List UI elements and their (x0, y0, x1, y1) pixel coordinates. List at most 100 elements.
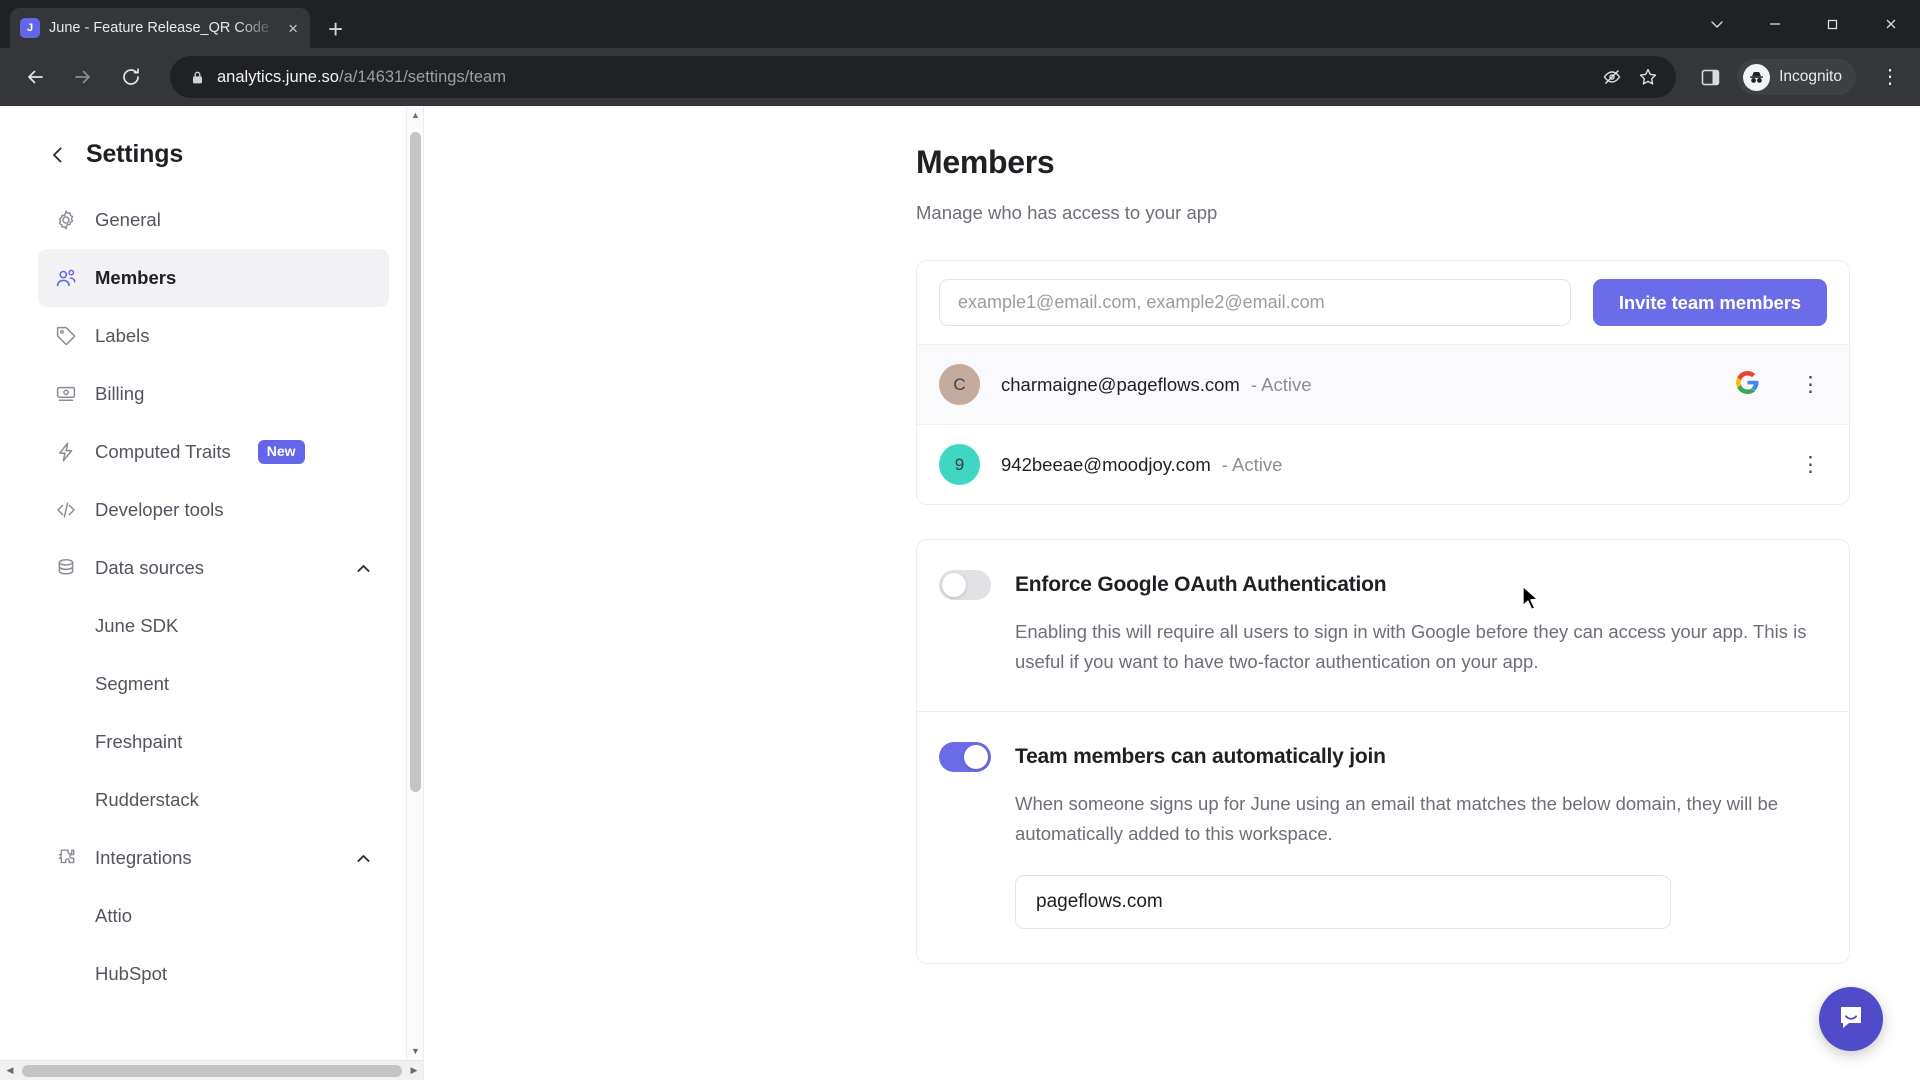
code-icon (54, 498, 78, 522)
invite-email-input[interactable] (939, 279, 1571, 326)
member-row-actions: ⋮ (1794, 454, 1827, 475)
address-bar[interactable]: analytics.june.so/a/14631/settings/team (170, 56, 1677, 98)
sidebar-item-developer-tools[interactable]: Developer tools (38, 481, 389, 539)
sidebar-subitem-freshpaint[interactable]: Freshpaint (38, 713, 389, 771)
sidebar-subitem-label: Freshpaint (95, 731, 183, 752)
new-badge: New (257, 440, 305, 464)
chevron-up-icon[interactable] (354, 559, 373, 578)
back-button-icon[interactable] (14, 56, 56, 98)
setting-header: Enforce Google OAuth Authentication (939, 570, 1827, 600)
scroll-left-arrow-icon[interactable]: ◀ (0, 1065, 20, 1076)
sidebar-item-members[interactable]: Members (38, 249, 389, 307)
sidebar-subitem-segment[interactable]: Segment (38, 655, 389, 713)
sidebar-item-billing[interactable]: Billing (38, 365, 389, 423)
sidebar-nav: General Members Labels Billing Computed … (0, 191, 423, 1003)
enforce-google-oauth-toggle[interactable] (939, 570, 991, 600)
url-text: analytics.june.so/a/14631/settings/team (217, 68, 506, 87)
member-email: 942beeae@moodjoy.com (1001, 453, 1211, 475)
maximize-icon[interactable] (1804, 0, 1862, 48)
scroll-up-arrow-icon[interactable]: ▲ (407, 106, 423, 124)
url-path: /a/14631/settings/team (339, 67, 506, 86)
users-icon (54, 266, 78, 290)
sidebar-title: Settings (86, 140, 184, 168)
browser-toolbar: analytics.june.so/a/14631/settings/team … (0, 48, 1920, 106)
setting-auto-join: Team members can automatically join When… (916, 711, 1850, 964)
side-panel-icon[interactable] (1700, 67, 1721, 88)
sidebar-subitem-attio[interactable]: Attio (38, 887, 389, 945)
sidebar-item-labels[interactable]: Labels (38, 307, 389, 365)
sidebar-subitem-label: HubSpot (95, 963, 167, 984)
bookmark-star-icon[interactable] (1638, 67, 1658, 87)
minimize-icon[interactable] (1746, 0, 1804, 48)
scroll-down-arrow-icon[interactable]: ▼ (407, 1042, 423, 1060)
auto-join-toggle[interactable] (939, 741, 991, 772)
tag-icon (54, 324, 78, 348)
sidebar-vertical-scrollbar[interactable]: ▲ ▼ (406, 106, 423, 1080)
sidebar-item-label: General (95, 209, 161, 230)
avatar: 9 (939, 444, 980, 485)
settings-sidebar: Settings General Members Labels Billing … (0, 106, 424, 1080)
auto-join-domain-input[interactable] (1015, 874, 1671, 929)
setting-title: Enforce Google OAuth Authentication (1015, 573, 1387, 596)
sidebar-scroll-thumb[interactable] (410, 132, 421, 792)
google-icon (1735, 370, 1760, 400)
omnibox-actions (1602, 67, 1662, 87)
incognito-profile-chip[interactable]: Incognito (1737, 59, 1856, 95)
bolt-icon (54, 440, 78, 464)
setting-description: When someone signs up for June using an … (1015, 792, 1779, 844)
member-row-actions: ⋮ (1735, 370, 1827, 400)
reload-button-icon[interactable] (110, 56, 152, 98)
sidebar-group-data-sources[interactable]: Data sources (38, 539, 389, 597)
setting-enforce-google-oauth: Enforce Google OAuth Authentication Enab… (916, 539, 1850, 712)
tab-close-icon[interactable]: × (286, 20, 300, 37)
database-icon (54, 556, 78, 580)
page-content: Settings General Members Labels Billing … (0, 106, 1920, 1080)
incognito-avatar-icon (1743, 63, 1771, 91)
member-status: - Active (1221, 453, 1283, 475)
back-chevron-left-icon[interactable] (48, 145, 68, 165)
lock-icon (190, 70, 205, 85)
member-row[interactable]: C charmaigne@pageflows.com - Active ⋮ (917, 344, 1849, 424)
members-card: Invite team members C charmaigne@pageflo… (916, 260, 1850, 505)
setting-description: Enabling this will require all users to … (1015, 621, 1807, 672)
sidebar-item-general[interactable]: General (38, 191, 389, 249)
horizontal-scroll-thumb[interactable] (22, 1064, 402, 1077)
chevron-up-icon[interactable] (354, 849, 373, 868)
invite-row: Invite team members (917, 261, 1849, 344)
sidebar-horizontal-scrollbar[interactable]: ◀ ▶ (0, 1060, 423, 1080)
forward-button-icon[interactable] (62, 56, 104, 98)
toggle-knob (964, 744, 988, 769)
sidebar-subitem-rudderstack[interactable]: Rudderstack (38, 771, 389, 829)
toggle-knob (942, 573, 966, 597)
new-tab-button[interactable]: + (328, 16, 343, 42)
setting-title: Team members can automatically join (1015, 744, 1386, 768)
puzzle-icon (54, 846, 78, 870)
member-menu-icon[interactable]: ⋮ (1794, 374, 1827, 395)
member-status: - Active (1250, 373, 1312, 395)
scroll-right-arrow-icon[interactable]: ▶ (404, 1065, 423, 1076)
member-email: charmaigne@pageflows.com (1001, 373, 1240, 395)
browser-tab[interactable]: J June - Feature Release_QR Code × (10, 8, 310, 48)
favicon-letter: J (26, 21, 34, 34)
sidebar-group-label: Data sources (95, 557, 204, 578)
tab-strip: J June - Feature Release_QR Code × + (0, 0, 1920, 48)
sidebar-header: Settings (0, 126, 423, 191)
close-window-icon[interactable] (1862, 0, 1920, 48)
sidebar-subitem-june-sdk[interactable]: June SDK (38, 597, 389, 655)
member-row[interactable]: 9 942beeae@moodjoy.com - Active ⋮ (917, 424, 1849, 504)
invite-team-members-button[interactable]: Invite team members (1592, 279, 1827, 326)
sidebar-item-label: Computed Traits (95, 441, 231, 462)
sidebar-group-integrations[interactable]: Integrations (38, 829, 389, 887)
sidebar-subitem-label: Segment (95, 673, 170, 694)
tracking-protection-eye-off-icon[interactable] (1602, 67, 1622, 87)
member-menu-icon[interactable]: ⋮ (1794, 454, 1827, 475)
sidebar-item-computed-traits[interactable]: Computed Traits New (38, 423, 389, 481)
avatar: C (939, 364, 980, 405)
sidebar-item-label: Members (95, 267, 177, 288)
card-icon (54, 382, 78, 406)
page-title: Members (916, 144, 1055, 180)
tab-search-chevron-down-icon[interactable] (1688, 0, 1746, 48)
sidebar-subitem-hubspot[interactable]: HubSpot (38, 945, 389, 1003)
browser-menu-icon[interactable]: ⋮ (1874, 67, 1906, 87)
intercom-launcher-button[interactable] (1819, 987, 1883, 1051)
